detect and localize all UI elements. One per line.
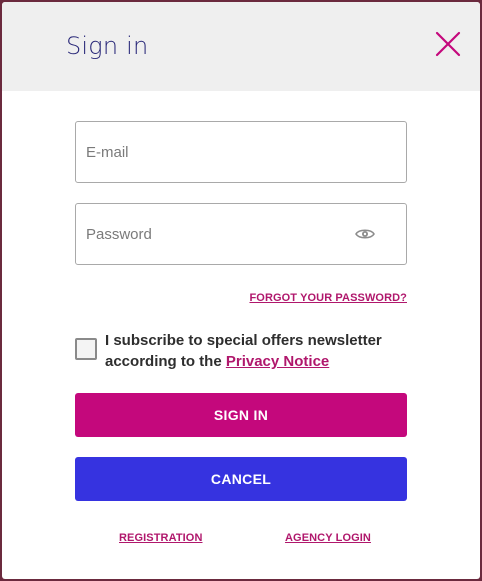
close-icon bbox=[435, 31, 461, 57]
cancel-button[interactable]: CANCEL bbox=[75, 457, 407, 501]
password-field-wrapper bbox=[75, 203, 407, 265]
newsletter-label: I subscribe to special offers newsletter… bbox=[105, 330, 405, 372]
email-field[interactable] bbox=[86, 122, 346, 182]
newsletter-checkbox[interactable] bbox=[75, 338, 97, 360]
sign-in-button[interactable]: SIGN IN bbox=[75, 393, 407, 437]
registration-link[interactable]: REGISTRATION bbox=[119, 532, 203, 544]
agency-login-link[interactable]: AGENCY LOGIN bbox=[285, 532, 371, 544]
dialog-title: Sign in bbox=[66, 32, 149, 60]
email-field-wrapper bbox=[75, 121, 407, 183]
close-button[interactable] bbox=[432, 28, 462, 58]
eye-icon bbox=[355, 229, 375, 239]
forgot-password-link[interactable]: FORGOT YOUR PASSWORD? bbox=[249, 292, 407, 304]
privacy-notice-link[interactable]: Privacy Notice bbox=[226, 353, 329, 370]
password-field[interactable] bbox=[86, 204, 346, 264]
sign-in-dialog: Sign in FORGOT YOUR PASSWORD? I subscrib… bbox=[2, 2, 480, 579]
dialog-header: Sign in bbox=[2, 2, 480, 91]
show-password-button[interactable] bbox=[355, 226, 375, 242]
